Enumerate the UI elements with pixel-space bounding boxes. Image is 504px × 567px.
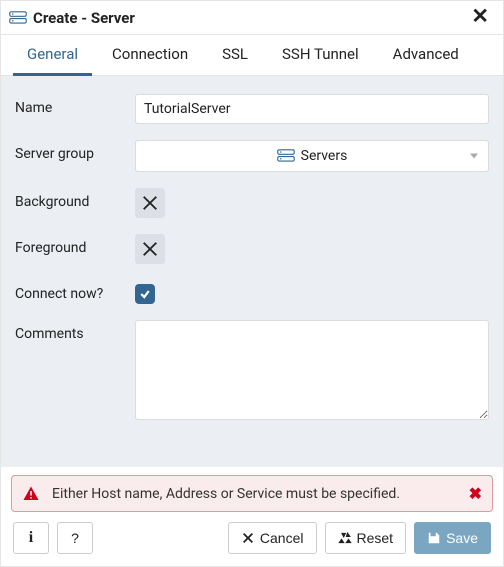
connect-now-checkbox[interactable] xyxy=(135,284,155,304)
help-icon: ? xyxy=(71,530,79,546)
dialog-title: Create - Server xyxy=(33,9,135,27)
background-label: Background xyxy=(15,188,135,210)
check-icon xyxy=(139,288,151,300)
background-color-picker[interactable] xyxy=(135,188,165,218)
tab-advanced[interactable]: Advanced xyxy=(379,35,473,76)
error-bar: Either Host name, Address or Service mus… xyxy=(11,475,493,512)
clear-icon xyxy=(141,194,159,212)
tab-general[interactable]: General xyxy=(13,35,92,76)
server-group-label: Server group xyxy=(15,140,135,162)
form-area: Name Server group Servers xyxy=(1,76,503,467)
cancel-button[interactable]: Cancel xyxy=(228,522,317,554)
tab-ssh-tunnel[interactable]: SSH Tunnel xyxy=(268,35,373,76)
reset-button[interactable]: Reset xyxy=(325,522,407,554)
tab-connection[interactable]: Connection xyxy=(98,35,202,76)
tab-strip: General Connection SSL SSH Tunnel Advanc… xyxy=(1,35,503,76)
dismiss-error-button[interactable]: ✖ xyxy=(469,484,482,503)
info-icon: i xyxy=(29,530,33,546)
recycle-icon xyxy=(338,531,352,545)
server-group-value: Servers xyxy=(301,148,348,164)
create-server-dialog: Create - Server ✕ General Connection SSL… xyxy=(0,0,504,567)
server-icon xyxy=(9,11,27,25)
warning-icon xyxy=(22,485,40,503)
foreground-color-picker[interactable] xyxy=(135,234,165,264)
tab-ssl[interactable]: SSL xyxy=(208,35,262,76)
close-icon xyxy=(241,531,255,545)
chevron-down-icon xyxy=(470,154,478,159)
comments-textarea[interactable] xyxy=(135,320,489,420)
save-button[interactable]: Save xyxy=(414,522,491,554)
help-button[interactable]: ? xyxy=(57,522,93,554)
close-dialog-button[interactable]: ✕ xyxy=(467,7,493,28)
clear-icon xyxy=(141,240,159,258)
save-icon xyxy=(427,531,441,545)
connect-now-label: Connect now? xyxy=(15,280,135,302)
titlebar: Create - Server ✕ xyxy=(1,1,503,35)
error-message: Either Host name, Address or Service mus… xyxy=(52,486,400,502)
comments-label: Comments xyxy=(15,320,135,342)
server-group-select[interactable]: Servers xyxy=(135,140,489,172)
info-button[interactable]: i xyxy=(13,522,49,554)
foreground-label: Foreground xyxy=(15,234,135,256)
server-group-icon xyxy=(277,149,295,163)
footer: i ? Cancel Reset xyxy=(1,512,503,566)
name-label: Name xyxy=(15,94,135,116)
name-input[interactable] xyxy=(135,94,489,124)
